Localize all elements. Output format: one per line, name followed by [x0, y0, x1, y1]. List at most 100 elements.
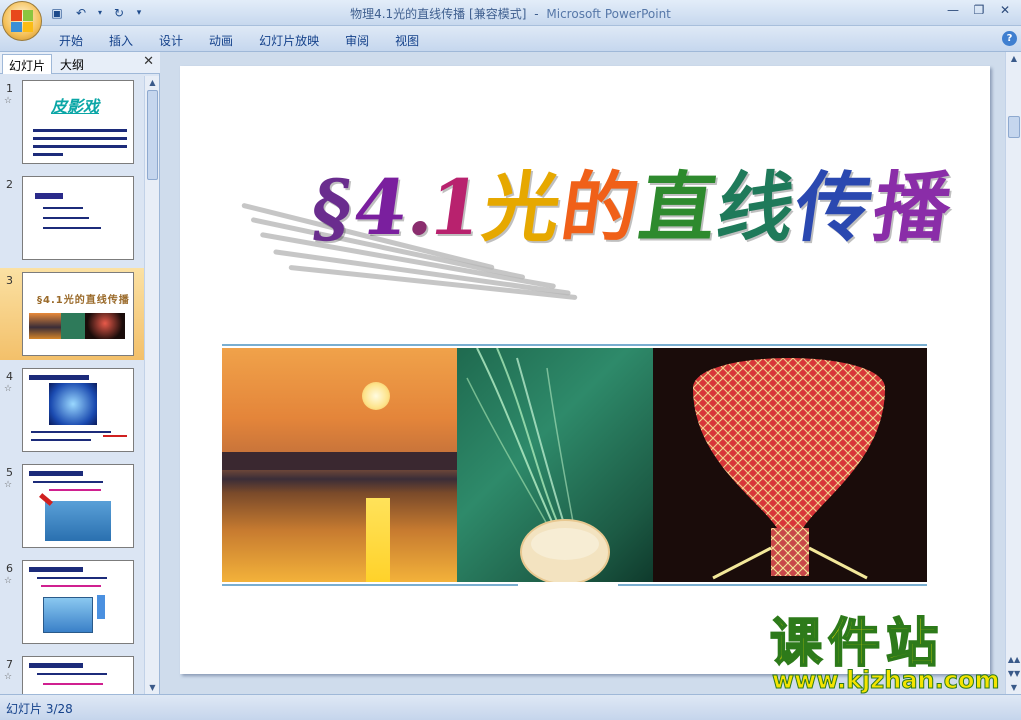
- thumb-photo: [45, 501, 111, 541]
- animation-icon: ☆: [4, 672, 13, 682]
- thumb-photo: [61, 313, 85, 339]
- tab-home[interactable]: 开始: [46, 30, 96, 51]
- text-line: [43, 207, 83, 209]
- jellyfish-photo[interactable]: [457, 348, 653, 582]
- text-line: [41, 585, 101, 587]
- slide-thumbnail-2[interactable]: 2: [0, 172, 144, 264]
- slide-number: 2: [6, 178, 13, 191]
- thumbnail-list: 1 ☆ 皮影戏 2 3 §4.1光的直线传播 4 ☆ 5 ☆ 6 ☆ 7 ☆: [0, 76, 144, 694]
- previous-slide-icon[interactable]: ▲▲: [1006, 653, 1021, 666]
- tab-design[interactable]: 设计: [146, 30, 196, 51]
- scroll-up-icon[interactable]: ▲: [1006, 52, 1021, 65]
- status-bar: 幻灯片 3/28: [0, 694, 1021, 720]
- ribbon-tabs: 开始 插入 设计 动画 幻灯片放映 审阅 视图: [46, 30, 432, 51]
- text-line: [37, 577, 107, 579]
- tab-slideshow[interactable]: 幻灯片放映: [246, 30, 332, 51]
- tab-slides[interactable]: 幻灯片: [2, 54, 53, 74]
- animation-icon: ☆: [4, 576, 13, 586]
- slide-indicator: 幻灯片 3/28: [6, 702, 73, 716]
- scroll-up-icon[interactable]: ▲: [145, 76, 160, 89]
- office-button[interactable]: [2, 1, 42, 41]
- tab-review[interactable]: 审阅: [332, 30, 382, 51]
- text-line: [29, 375, 89, 380]
- title-separator: -: [534, 7, 539, 21]
- thumbnail-image: [22, 656, 134, 694]
- title-character: 光: [477, 163, 569, 252]
- text-line: [37, 673, 107, 675]
- office-logo-icon: [11, 10, 33, 32]
- slide-canvas[interactable]: §4.1光的直线传播: [180, 66, 990, 674]
- slide-thumbnail-6[interactable]: 6 ☆: [0, 556, 144, 648]
- text-line: [33, 129, 127, 132]
- watermark: 课件站 www.kjzhan.com: [769, 617, 1006, 694]
- slide-thumbnail-7[interactable]: 7 ☆: [0, 652, 144, 694]
- thumbnail-image: 皮影戏: [22, 80, 134, 164]
- thumbnail-image: [22, 368, 134, 452]
- help-icon[interactable]: ?: [1002, 31, 1017, 46]
- slide-thumbnail-4[interactable]: 4 ☆: [0, 364, 144, 456]
- text-line: [31, 431, 111, 433]
- text-line: [43, 227, 101, 229]
- animation-icon: ☆: [4, 480, 13, 490]
- lantern-tower-photo[interactable]: [653, 348, 927, 582]
- title-character: 直: [633, 163, 725, 252]
- photo-strip: [222, 344, 927, 586]
- animation-icon: ☆: [4, 96, 13, 106]
- title-file: 物理4.1光的直线传播: [350, 7, 466, 21]
- text-line: [29, 471, 83, 476]
- slide-thumbnail-1[interactable]: 1 ☆ 皮影戏: [0, 76, 144, 168]
- title-character: 的: [555, 163, 647, 252]
- next-slide-icon[interactable]: ▼▼: [1006, 667, 1021, 680]
- slide-number: 6: [6, 562, 13, 575]
- slide-scrollbar[interactable]: ▲ ▲▲ ▼▼ ▼: [1005, 52, 1021, 694]
- thumb-shape: [97, 595, 105, 619]
- slide-number: 1: [6, 82, 13, 95]
- tab-outline[interactable]: 大纲: [54, 54, 90, 74]
- scroll-thumb[interactable]: [147, 90, 158, 180]
- thumb-photo: [43, 597, 93, 633]
- scroll-down-icon[interactable]: ▼: [1006, 681, 1021, 694]
- slide-thumbnail-3[interactable]: 3 §4.1光的直线传播: [0, 268, 144, 360]
- text-line: [43, 683, 103, 685]
- thumb-photo: [85, 313, 125, 339]
- thumbnail-image: [22, 464, 134, 548]
- pane-tabs: 幻灯片 大纲 ✕: [0, 52, 160, 74]
- slides-pane: 幻灯片 大纲 ✕ 1 ☆ 皮影戏 2 3 §4.1光的直线传播 4 ☆ 5 ☆ …: [0, 52, 160, 694]
- sunset-photo[interactable]: [222, 348, 457, 582]
- ribbon-tab-bar: 开始 插入 设计 动画 幻灯片放映 审阅 视图 ?: [0, 26, 1021, 52]
- text-line: [31, 439, 91, 441]
- thumbnail-scrollbar[interactable]: ▲ ▼: [144, 76, 159, 694]
- title-character: 传: [789, 163, 881, 252]
- text-line: [35, 193, 63, 199]
- tab-insert[interactable]: 插入: [96, 30, 146, 51]
- window-controls: — ❐ ✕: [941, 2, 1017, 20]
- text-line: [29, 567, 83, 572]
- close-pane-icon[interactable]: ✕: [143, 54, 154, 69]
- thumbnail-image: [22, 560, 134, 644]
- title-app: Microsoft PowerPoint: [546, 7, 671, 21]
- slide-number: 7: [6, 658, 13, 671]
- minimize-icon[interactable]: —: [941, 2, 965, 20]
- text-line: [33, 145, 127, 148]
- slide-thumbnail-5[interactable]: 5 ☆: [0, 460, 144, 552]
- tab-animations[interactable]: 动画: [196, 30, 246, 51]
- title-character: 播: [867, 163, 959, 252]
- watermark-url: www.kjzhan.com: [771, 666, 1000, 694]
- slide-title[interactable]: §4.1光的直线传播: [306, 163, 959, 252]
- scroll-down-icon[interactable]: ▼: [145, 681, 160, 694]
- thumbnail-image: [22, 176, 134, 260]
- slide-number: 5: [6, 466, 13, 479]
- thumbnail-image: §4.1光的直线传播: [22, 272, 134, 356]
- animation-icon: ☆: [4, 384, 13, 394]
- restore-icon[interactable]: ❐: [967, 2, 991, 20]
- horizon-band: [222, 452, 457, 470]
- tab-view[interactable]: 视图: [382, 30, 432, 51]
- text-line: [103, 435, 127, 437]
- slide-number: 4: [6, 370, 13, 383]
- window-title: 物理4.1光的直线传播 [兼容模式] - Microsoft PowerPoin…: [0, 5, 1021, 22]
- lantern-tower-drawing: [693, 358, 885, 580]
- scroll-thumb[interactable]: [1008, 116, 1020, 138]
- text-line: [33, 481, 103, 483]
- close-icon[interactable]: ✕: [993, 2, 1017, 20]
- slide-workspace: §4.1光的直线传播: [160, 52, 1005, 694]
